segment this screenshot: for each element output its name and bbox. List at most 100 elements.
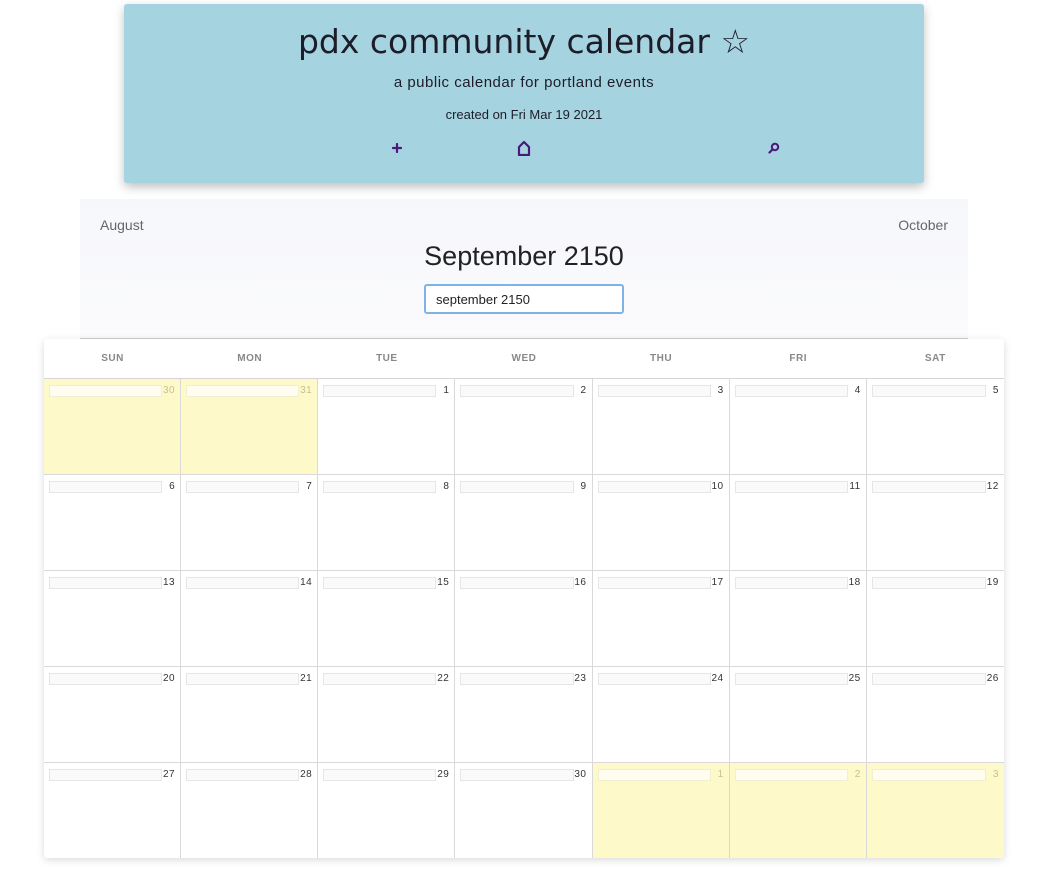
month-navigation: August October September 2150 xyxy=(80,199,968,339)
day-number: 24 xyxy=(711,673,724,684)
day-event-bar xyxy=(734,481,848,493)
day-event-bar xyxy=(460,385,574,397)
day-event-bar xyxy=(871,481,986,493)
calendar-day[interactable]: 1 xyxy=(318,379,456,474)
calendar-day[interactable]: 6 xyxy=(44,475,182,570)
day-number: 18 xyxy=(848,577,861,588)
day-number: 10 xyxy=(711,481,724,492)
calendar-day[interactable]: 3 xyxy=(866,763,1004,858)
day-number: 20 xyxy=(163,673,176,684)
calendar-day[interactable]: 4 xyxy=(730,379,867,474)
day-event-bar xyxy=(323,577,437,589)
calendar-day[interactable]: 27 xyxy=(44,763,182,858)
calendar-day[interactable]: 12 xyxy=(867,475,1004,570)
day-event-bar xyxy=(323,673,437,685)
day-number: 3 xyxy=(992,769,999,780)
day-number: 30 xyxy=(574,769,587,780)
calendar-day[interactable]: 18 xyxy=(730,571,867,666)
next-month-link[interactable]: October xyxy=(898,217,948,233)
calendar-day[interactable]: 10 xyxy=(593,475,730,570)
calendar-week: 30 31 1 2 3 4 5 xyxy=(44,379,1004,475)
calendar-day[interactable]: 3 xyxy=(593,379,730,474)
day-number: 25 xyxy=(848,673,861,684)
calendar-day[interactable]: 11 xyxy=(730,475,867,570)
day-number: 1 xyxy=(717,769,724,780)
calendar-day[interactable]: 20 xyxy=(44,667,182,762)
day-event-bar xyxy=(597,769,711,781)
calendar-day[interactable]: 24 xyxy=(593,667,730,762)
day-number: 7 xyxy=(306,481,313,492)
day-event-bar xyxy=(871,769,986,781)
day-number: 12 xyxy=(986,481,999,492)
day-event-bar xyxy=(597,481,711,493)
day-event-bar xyxy=(460,481,574,493)
day-event-bar xyxy=(460,577,574,589)
prev-month-link[interactable]: August xyxy=(100,217,144,233)
calendar-day[interactable]: 5 xyxy=(867,379,1004,474)
calendar-day[interactable]: 31 xyxy=(181,379,319,474)
day-number: 31 xyxy=(300,385,313,396)
day-number: 14 xyxy=(300,577,313,588)
day-event-bar xyxy=(734,673,848,685)
calendar-day[interactable]: 16 xyxy=(455,571,593,666)
day-number: 26 xyxy=(986,673,999,684)
day-number: 5 xyxy=(992,385,999,396)
weekday-header: SUN MON TUE WED THU FRI SAT xyxy=(44,339,1004,379)
weekday-label: SAT xyxy=(924,353,946,364)
day-number: 22 xyxy=(437,673,450,684)
calendar-day[interactable]: 23 xyxy=(455,667,593,762)
calendar-grid: SUN MON TUE WED THU FRI SAT 30 31 1 2 3 4 5 6 7 8 9 10 11 1… xyxy=(44,339,1004,858)
calendar-day[interactable]: 26 xyxy=(867,667,1004,762)
day-event-bar xyxy=(597,673,711,685)
calendar-day[interactable]: 2 xyxy=(729,763,867,858)
day-number: 15 xyxy=(437,577,450,588)
home-icon[interactable] xyxy=(512,136,536,160)
day-event-bar xyxy=(460,769,574,781)
calendar-day[interactable]: 29 xyxy=(318,763,456,858)
calendar-week: 13 14 15 16 17 18 19 xyxy=(44,571,1004,667)
calendar-day[interactable]: 7 xyxy=(181,475,319,570)
day-event-bar xyxy=(597,385,711,397)
created-date: created on Fri Mar 19 2021 xyxy=(445,107,603,122)
calendar-day[interactable]: 1 xyxy=(592,763,730,858)
day-number: 21 xyxy=(300,673,313,684)
day-event-bar xyxy=(49,769,163,781)
calendar-day[interactable]: 19 xyxy=(867,571,1004,666)
page-subtitle: a public calendar for portland events xyxy=(393,74,655,91)
day-number: 6 xyxy=(169,481,176,492)
calendar-day[interactable]: 14 xyxy=(181,571,319,666)
day-number: 8 xyxy=(443,481,450,492)
day-number: 17 xyxy=(711,577,724,588)
calendar-day[interactable]: 2 xyxy=(455,379,593,474)
weekday-label: SUN xyxy=(101,353,124,364)
calendar-day[interactable]: 22 xyxy=(318,667,456,762)
day-event-bar xyxy=(186,481,300,493)
calendar-day[interactable]: 21 xyxy=(181,667,319,762)
calendar-day[interactable]: 8 xyxy=(318,475,456,570)
day-event-bar xyxy=(186,673,300,685)
day-number: 28 xyxy=(300,769,313,780)
day-number: 30 xyxy=(163,385,176,396)
calendar-day[interactable]: 28 xyxy=(181,763,319,858)
search-icon[interactable] xyxy=(762,136,786,160)
calendar-day[interactable]: 13 xyxy=(44,571,182,666)
calendar-day[interactable]: 25 xyxy=(730,667,867,762)
calendar-day[interactable]: 15 xyxy=(318,571,456,666)
day-number: 2 xyxy=(854,769,861,780)
calendar-day[interactable]: 30 xyxy=(455,763,593,858)
plus-icon[interactable] xyxy=(385,136,409,160)
day-event-bar xyxy=(871,385,986,397)
calendar-day[interactable]: 30 xyxy=(44,379,182,474)
day-number: 3 xyxy=(717,385,724,396)
calendar-day[interactable]: 9 xyxy=(455,475,593,570)
weekday-label: FRI xyxy=(789,353,807,364)
calendar-day[interactable]: 17 xyxy=(593,571,730,666)
day-number: 23 xyxy=(574,673,587,684)
day-number: 19 xyxy=(986,577,999,588)
day-event-bar xyxy=(734,385,848,397)
day-number: 16 xyxy=(574,577,587,588)
day-event-bar xyxy=(734,577,848,589)
month-input[interactable] xyxy=(424,284,624,314)
day-event-bar xyxy=(49,673,163,685)
day-event-bar xyxy=(49,481,163,493)
